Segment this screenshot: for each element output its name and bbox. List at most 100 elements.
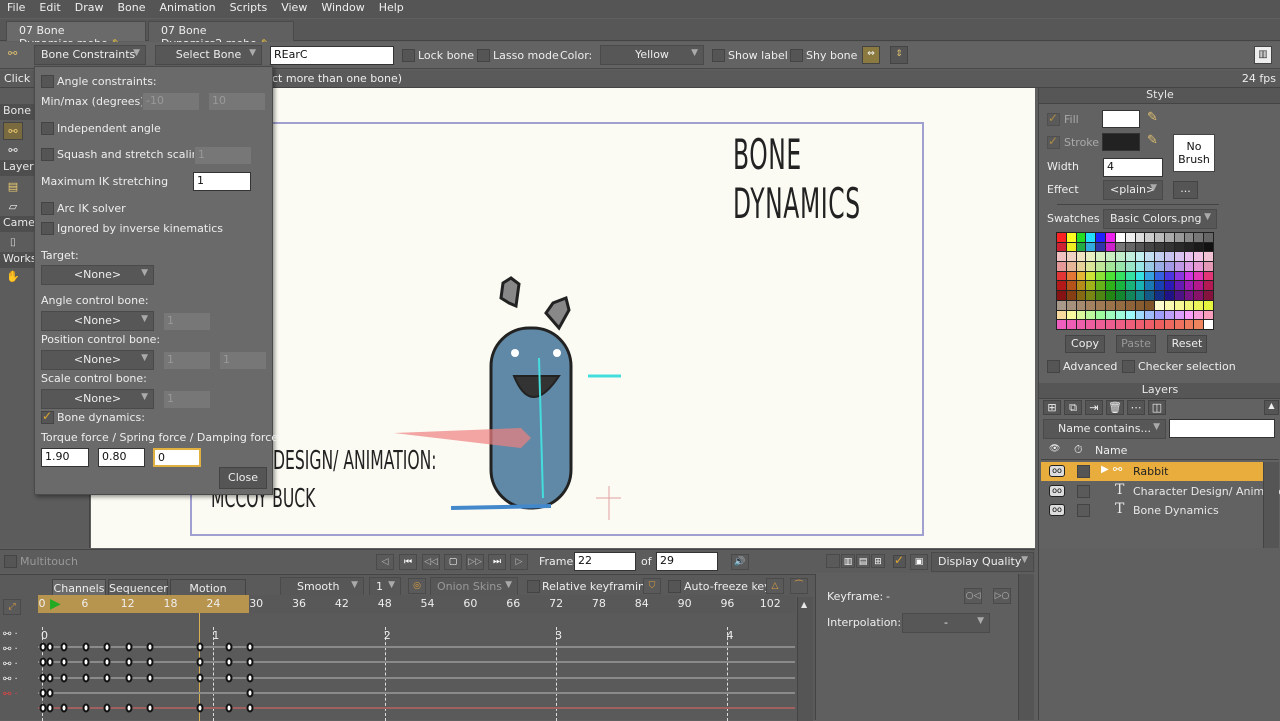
color-swatch[interactable] [1076,252,1086,262]
color-swatch[interactable] [1194,300,1204,310]
last-frame-icon[interactable]: ⏭ [488,554,506,570]
color-swatch[interactable] [1076,291,1086,300]
lock-bone-checkbox[interactable] [402,49,415,62]
color-swatch[interactable] [1155,252,1164,262]
keyframe-interpolation-dropdown[interactable]: - ▼ [902,613,990,633]
step-dropdown[interactable]: 1 ▼ [369,577,401,597]
squash-value-input[interactable]: 1 [194,146,252,165]
bone-tool-icon[interactable]: ⚯ [3,142,23,160]
keyframe[interactable] [39,642,47,652]
color-swatch[interactable] [1066,310,1076,320]
color-swatch[interactable] [1184,291,1194,300]
next-keyframe-icon[interactable]: ▷○ [993,588,1011,604]
color-swatch[interactable] [1194,310,1204,320]
color-swatch[interactable] [1184,271,1194,281]
menu-view[interactable]: View [274,0,314,18]
independent-angle-checkbox[interactable] [41,122,54,135]
layer-transform-icon[interactable]: ▱ [3,198,23,216]
color-swatch[interactable] [1115,271,1125,281]
damping-force-input[interactable]: 0 [153,448,201,467]
color-swatch[interactable] [1125,242,1135,252]
show-label-checkbox[interactable] [712,49,725,62]
eye-icon[interactable]: oo [1049,484,1065,497]
layer-timing-checkbox[interactable] [1077,504,1090,517]
color-swatch[interactable] [1174,252,1184,262]
color-swatch[interactable] [1057,242,1066,252]
reset-button[interactable]: Reset [1167,335,1207,353]
color-swatch[interactable] [1184,252,1194,262]
bone-length-icon[interactable]: ⇕ [890,46,908,64]
keyframe[interactable] [125,673,133,683]
select-bone-dropdown[interactable]: Select Bone ▼ [155,45,262,65]
color-swatch[interactable] [1204,291,1213,300]
color-swatch[interactable] [1066,262,1076,271]
color-swatch[interactable] [1164,281,1174,291]
expand-icon[interactable]: ⤢ [3,599,21,615]
bone-name-input[interactable]: REarC [270,46,394,65]
swatch-grid[interactable] [1056,232,1214,330]
color-swatch[interactable] [1145,281,1155,291]
color-swatch[interactable] [1135,310,1145,320]
layer-row[interactable]: oo T Bone Dynamics [1041,501,1263,520]
camera-icon[interactable]: ⌷ [3,234,23,252]
hand-icon[interactable]: ✋ [3,268,23,286]
mode-dropdown[interactable]: Bone Constraints ▼ [34,45,146,65]
color-swatch[interactable] [1164,242,1174,252]
color-swatch[interactable] [1076,281,1086,291]
color-swatch[interactable] [1076,242,1086,252]
keyframe[interactable] [225,657,233,667]
keyframe[interactable] [103,642,111,652]
keyframe[interactable] [46,673,54,683]
color-swatch[interactable] [1115,281,1125,291]
color-swatch[interactable] [1164,252,1174,262]
color-swatch[interactable] [1066,291,1076,300]
keyframe[interactable] [146,657,154,667]
split-vertical-icon[interactable]: ▥ [841,554,855,568]
color-dropdown[interactable]: Yellow ▼ [600,45,704,65]
keyframe[interactable] [125,642,133,652]
color-swatch[interactable] [1184,300,1194,310]
keyframe[interactable] [39,703,47,713]
bone-width-icon[interactable]: ⇔ [862,46,880,64]
color-swatch[interactable] [1057,262,1066,271]
color-swatch[interactable] [1135,271,1145,281]
duplicate-layer-icon[interactable]: ⧉ [1064,400,1082,415]
color-swatch[interactable] [1174,233,1184,242]
color-swatch[interactable] [1125,310,1135,320]
color-swatch[interactable] [1155,310,1164,320]
color-swatch[interactable] [1184,281,1194,291]
shield-icon[interactable]: ⛉ [643,578,661,594]
color-swatch[interactable] [1066,242,1076,252]
color-swatch[interactable] [1076,320,1086,329]
color-swatch[interactable] [1194,281,1204,291]
color-swatch[interactable] [1145,252,1155,262]
keyframe[interactable] [39,657,47,667]
arc-ik-checkbox[interactable] [41,202,54,215]
color-swatch[interactable] [1194,320,1204,329]
color-swatch[interactable] [1125,233,1135,242]
color-swatch[interactable] [1086,242,1096,252]
keyframe[interactable] [46,703,54,713]
color-swatch[interactable] [1135,320,1145,329]
color-swatch[interactable] [1204,252,1213,262]
keyframe[interactable] [125,703,133,713]
new-layer-icon[interactable]: ▤ [3,178,23,196]
play-icon[interactable]: ▷ [510,554,528,570]
relative-keyframing-checkbox[interactable] [527,580,540,593]
layer-filter-dropdown[interactable]: Name contains... ▼ [1043,419,1166,439]
keyframe[interactable] [246,673,254,683]
color-swatch[interactable] [1086,320,1096,329]
color-swatch[interactable] [1194,252,1204,262]
color-swatch[interactable] [1194,291,1204,300]
color-swatch[interactable] [1184,233,1194,242]
first-frame-icon[interactable]: ⏮ [399,554,417,570]
color-swatch[interactable] [1135,300,1145,310]
angle-constraints-checkbox[interactable] [41,75,54,88]
display-quality-dropdown[interactable]: Display Quality ▼ [931,552,1034,572]
color-swatch[interactable] [1115,252,1125,262]
color-swatch[interactable] [1106,262,1115,271]
brush-button[interactable]: No Brush [1173,134,1215,172]
color-swatch[interactable] [1174,281,1184,291]
color-swatch[interactable] [1174,310,1184,320]
keyframe[interactable] [125,657,133,667]
